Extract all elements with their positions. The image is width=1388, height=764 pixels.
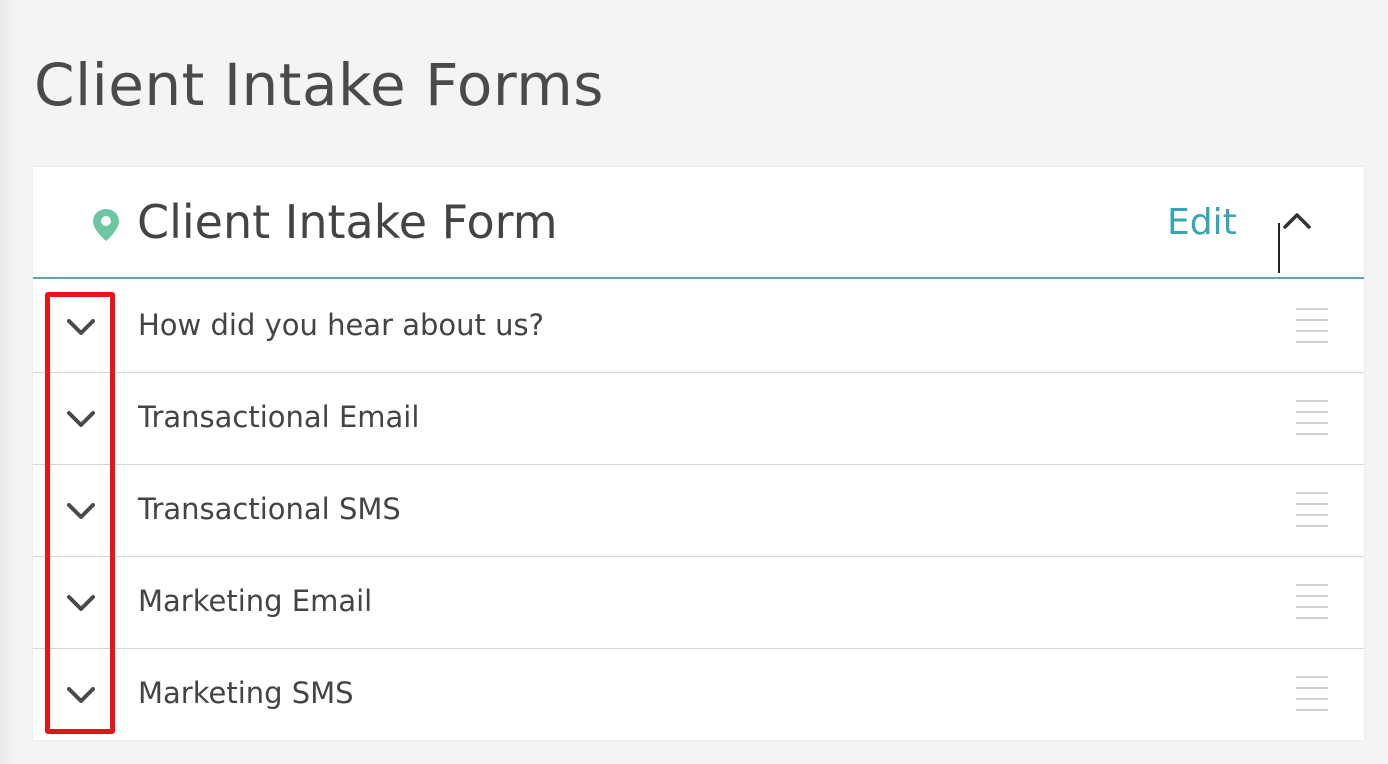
edit-link[interactable]: Edit bbox=[1167, 201, 1237, 244]
chevron-down-icon[interactable] bbox=[61, 309, 101, 345]
chevron-down-icon[interactable] bbox=[61, 677, 101, 713]
field-row-label: Marketing SMS bbox=[138, 676, 354, 710]
chevron-down-icon[interactable] bbox=[61, 585, 101, 621]
field-row-label: Transactional Email bbox=[138, 400, 420, 434]
form-card-title: Client Intake Form bbox=[137, 195, 558, 249]
drag-handle-icon[interactable] bbox=[1295, 491, 1329, 527]
chevron-down-icon[interactable] bbox=[61, 401, 101, 437]
drag-handle-icon[interactable] bbox=[1295, 675, 1329, 711]
chevron-up-icon[interactable] bbox=[1275, 205, 1315, 275]
field-row[interactable]: Marketing SMS bbox=[33, 649, 1364, 741]
chevron-down-icon[interactable] bbox=[61, 493, 101, 529]
form-card-header: Client Intake Form Edit bbox=[33, 167, 1364, 279]
location-pin-icon bbox=[91, 207, 121, 243]
drag-handle-icon[interactable] bbox=[1295, 307, 1329, 343]
field-row[interactable]: Marketing Email bbox=[33, 557, 1364, 649]
form-card: Client Intake Form Edit How did you hear… bbox=[33, 167, 1364, 740]
field-row[interactable]: Transactional SMS bbox=[33, 465, 1364, 557]
drag-handle-icon[interactable] bbox=[1295, 583, 1329, 619]
drag-handle-icon[interactable] bbox=[1295, 399, 1329, 435]
field-row-label: Transactional SMS bbox=[138, 492, 401, 526]
page-title: Client Intake Forms bbox=[34, 51, 604, 119]
page-edge-shadow bbox=[0, 0, 14, 764]
field-row-label: Marketing Email bbox=[138, 584, 373, 618]
field-row-label: How did you hear about us? bbox=[138, 308, 544, 342]
field-row[interactable]: Transactional Email bbox=[33, 373, 1364, 465]
field-row[interactable]: How did you hear about us? bbox=[33, 281, 1364, 373]
